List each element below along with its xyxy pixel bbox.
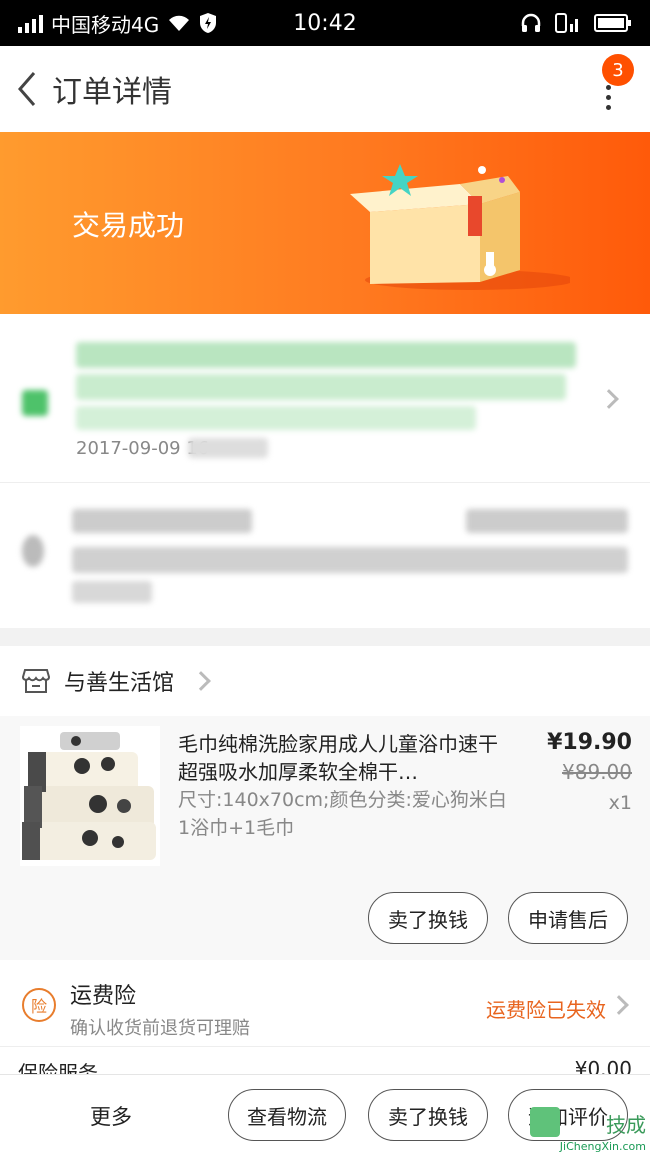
- signal-icon: [18, 13, 43, 33]
- insurance-service-row: 保险服务 ¥0.00: [0, 1046, 650, 1076]
- watermark-brand: 技成: [606, 1113, 646, 1137]
- nav-header: 订单详情 3: [0, 46, 650, 132]
- headset-icon: [521, 13, 541, 32]
- wifi-icon: [169, 15, 190, 31]
- notification-badge: 3: [602, 54, 634, 86]
- logistics-text-redacted: [76, 342, 576, 368]
- after-sale-button[interactable]: 申请售后: [508, 892, 628, 944]
- address-redacted: [72, 547, 628, 573]
- shop-row[interactable]: 与善生活馆: [0, 646, 650, 716]
- page-title: 订单详情: [52, 75, 172, 110]
- product-price: ¥19.90: [547, 730, 632, 755]
- status-bar: 中国移动4G 10:42: [0, 0, 650, 46]
- insurance-subtitle: 确认收货前退货可理赔: [70, 1018, 250, 1039]
- sell-button[interactable]: 卖了换钱: [368, 892, 488, 944]
- truck-icon: [22, 390, 48, 416]
- location-icon: [22, 535, 44, 567]
- chevron-right-icon: [191, 671, 211, 691]
- battery-icon: [594, 14, 631, 32]
- order-status-text: 交易成功: [72, 209, 185, 242]
- shield-icon: [200, 13, 217, 33]
- watermark-url: JiChengXin.com: [559, 1140, 646, 1153]
- chevron-right-icon: [609, 995, 629, 1015]
- insurance-status: 运费险已失效: [486, 998, 606, 1022]
- chevron-left-icon: [18, 72, 36, 106]
- product-spec: 尺寸:140x70cm;颜色分类:爱心狗米白1浴巾+1毛巾: [178, 789, 507, 839]
- insurance-icon: 险: [22, 988, 56, 1022]
- product-name[interactable]: 毛巾纯棉洗脸家用成人儿童浴巾速干超强吸水加厚柔软全棉干…: [178, 730, 498, 786]
- gift-box-icon: [350, 164, 570, 290]
- sell-button-bottom[interactable]: 卖了换钱: [368, 1089, 488, 1141]
- more-button[interactable]: 更多: [90, 1101, 132, 1131]
- phone-signal-icon: [555, 13, 578, 33]
- order-status-banner: 交易成功: [0, 132, 650, 314]
- back-button[interactable]: [10, 59, 44, 119]
- address-card: [0, 482, 650, 628]
- watermark-logo-icon: [530, 1107, 560, 1137]
- view-logistics-button[interactable]: 查看物流: [228, 1089, 346, 1141]
- chevron-right-icon: [599, 389, 619, 409]
- product-thumbnail[interactable]: [20, 726, 160, 866]
- store-icon: [22, 669, 50, 693]
- shop-name: 与善生活馆: [64, 671, 175, 696]
- product-original-price: ¥89.00: [562, 760, 632, 784]
- insurance-title: 运费险: [70, 984, 137, 1009]
- watermark: 技成 JiChengXin.com: [530, 1107, 648, 1153]
- shipping-insurance-row[interactable]: 险 运费险 确认收货前退货可理赔 运费险已失效: [0, 960, 650, 1046]
- order-item: 毛巾纯棉洗脸家用成人儿童浴巾速干超强吸水加厚柔软全棉干… 尺寸:140x70cm…: [0, 716, 650, 960]
- product-quantity: x1: [608, 792, 632, 814]
- recipient-redacted: [72, 509, 252, 533]
- phone-redacted: [466, 509, 628, 533]
- logistics-card[interactable]: 2017-09-09 16: [0, 314, 650, 482]
- carrier-label: 中国移动4G: [51, 12, 160, 37]
